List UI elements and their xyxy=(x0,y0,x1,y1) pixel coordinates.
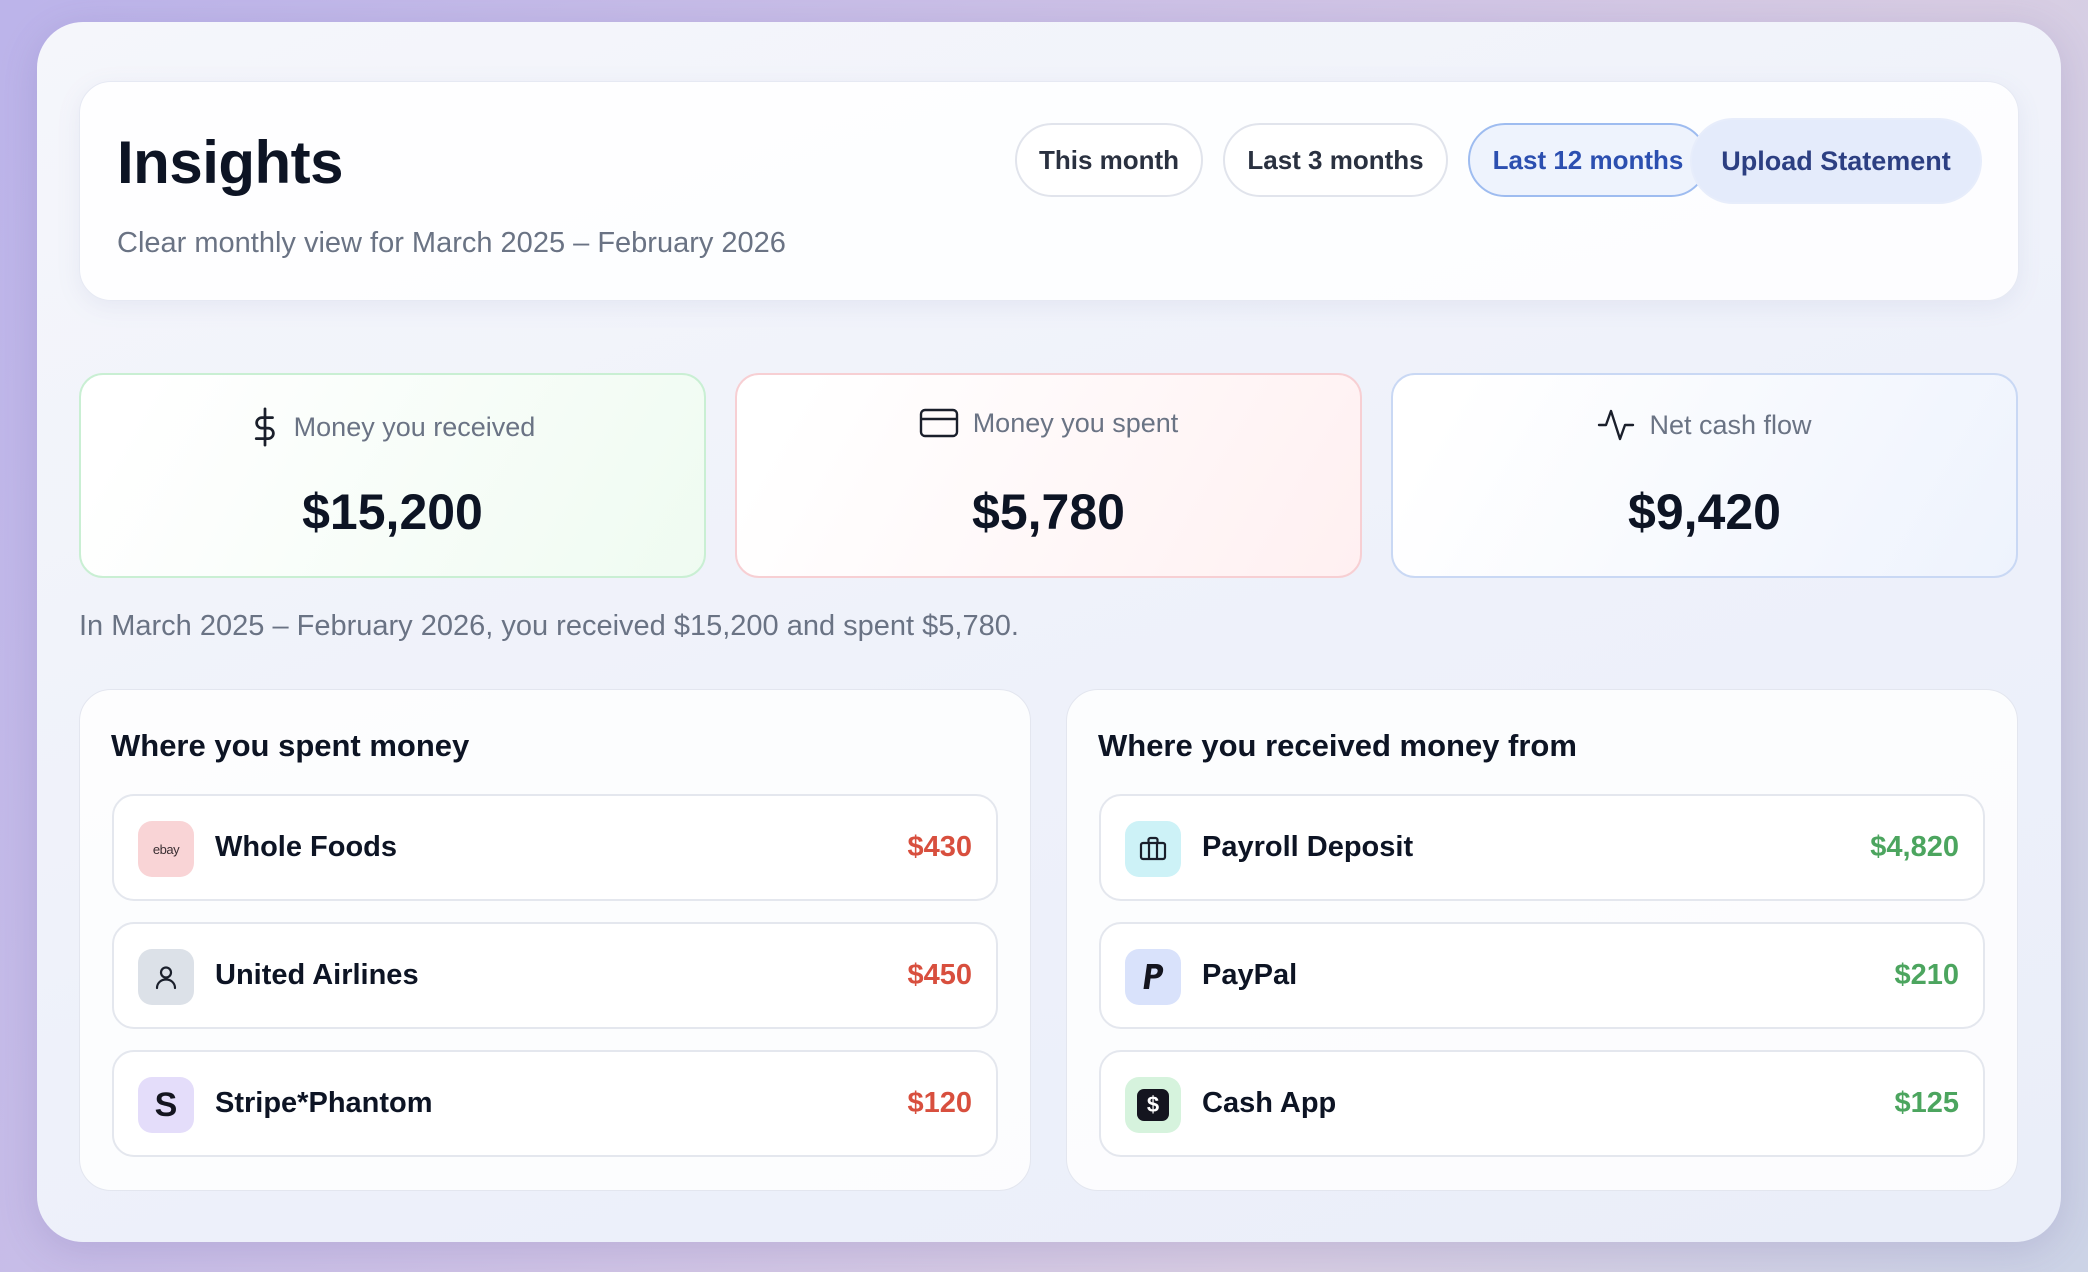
range-last-12-months-button[interactable]: Last 12 months xyxy=(1468,123,1708,197)
list-item[interactable]: United Airlines $450 xyxy=(112,922,998,1029)
source-name: Payroll Deposit xyxy=(1202,831,1414,863)
insights-header: Insights Clear monthly view for March 20… xyxy=(79,81,2019,301)
stat-label: Net cash flow xyxy=(1649,409,1812,440)
credit-card-icon xyxy=(919,407,959,439)
cash-app-icon: $ xyxy=(1125,1077,1181,1133)
range-last-3-months-button[interactable]: Last 3 months xyxy=(1223,123,1448,197)
ebay-logo-icon: ebay xyxy=(138,821,194,877)
list-item[interactable]: ebay Whole Foods $430 xyxy=(112,794,998,901)
amount: $430 xyxy=(907,831,972,863)
stat-label: Money you received xyxy=(293,411,536,442)
upload-statement-button[interactable]: Upload Statement xyxy=(1690,118,1982,204)
page-subtitle: Clear monthly view for March 2025 – Febr… xyxy=(117,227,786,259)
money-spent-card: Money you spent $5,780 xyxy=(735,373,1362,578)
stat-label: Money you spent xyxy=(972,407,1179,438)
stat-value: $5,780 xyxy=(972,484,1125,540)
received-panel: Where you received money from Payroll De… xyxy=(1066,689,2018,1191)
period-summary: In March 2025 – February 2026, you recei… xyxy=(79,610,1019,642)
panel-title: Where you received money from xyxy=(1098,728,1577,763)
stripe-icon: S xyxy=(138,1077,194,1133)
panel-title: Where you spent money xyxy=(111,728,470,763)
range-this-month-button[interactable]: This month xyxy=(1015,123,1203,197)
amount: $450 xyxy=(907,959,972,991)
dollar-icon xyxy=(250,407,280,447)
list-item[interactable]: Payroll Deposit $4,820 xyxy=(1099,794,1985,901)
merchant-name: Whole Foods xyxy=(215,831,398,863)
amount: $210 xyxy=(1894,959,1959,991)
source-name: PayPal xyxy=(1202,959,1298,991)
briefcase-icon xyxy=(1125,821,1181,877)
stat-value: $9,420 xyxy=(1628,484,1781,540)
user-icon xyxy=(138,949,194,1005)
source-name: Cash App xyxy=(1202,1087,1337,1119)
amount: $120 xyxy=(907,1087,972,1119)
page-title: Insights xyxy=(117,129,344,196)
stat-value: $15,200 xyxy=(302,484,483,540)
merchant-name: Stripe*Phantom xyxy=(215,1087,433,1119)
list-item[interactable]: $ Cash App $125 xyxy=(1099,1050,1985,1157)
amount: $4,820 xyxy=(1870,831,1959,863)
list-item[interactable]: S Stripe*Phantom $120 xyxy=(112,1050,998,1157)
amount: $125 xyxy=(1894,1087,1959,1119)
activity-icon xyxy=(1597,407,1635,443)
net-cash-flow-card: Net cash flow $9,420 xyxy=(1391,373,2018,578)
money-received-card: Money you received $15,200 xyxy=(79,373,706,578)
list-item[interactable]: PayPal $210 xyxy=(1099,922,1985,1029)
app-window: Insights Clear monthly view for March 20… xyxy=(37,22,2061,1242)
spent-panel: Where you spent money ebay Whole Foods $… xyxy=(79,689,1031,1191)
paypal-icon xyxy=(1125,949,1181,1005)
merchant-name: United Airlines xyxy=(215,959,419,991)
